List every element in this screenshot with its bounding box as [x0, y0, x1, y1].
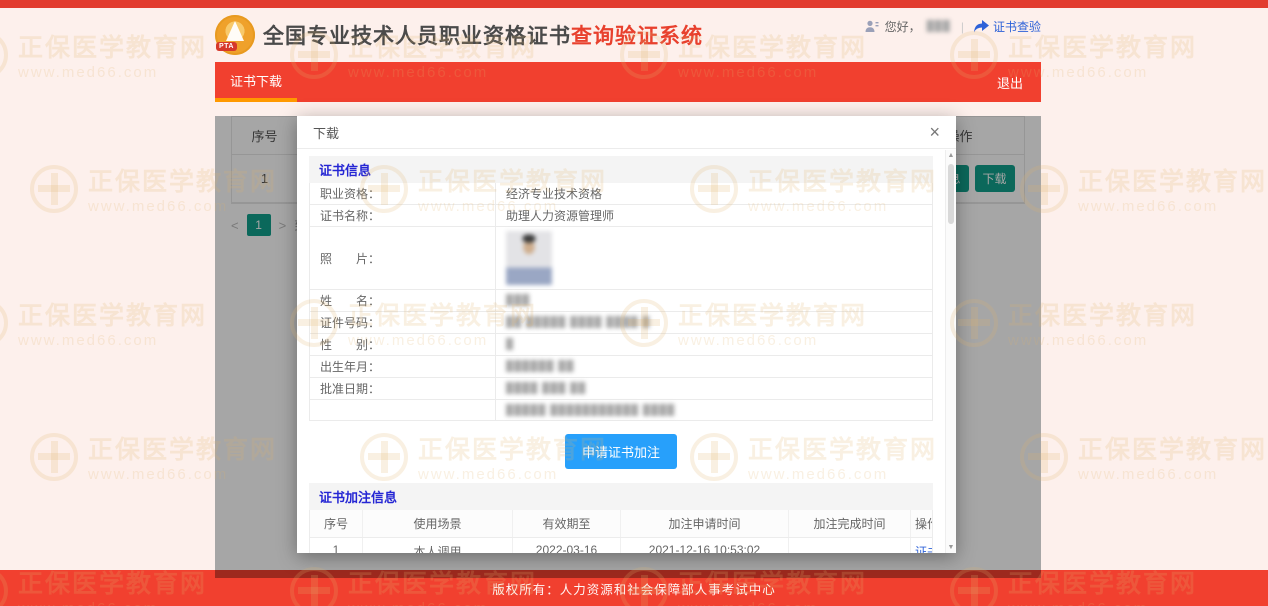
- cert-row-label: 批准日期：: [310, 378, 495, 399]
- watermark-logo-icon: [0, 31, 8, 79]
- cert-info-table: 职业资格：经济专业技术资格证书名称：助理人力资源管理师照 片：姓 名： ███ 证件…: [309, 183, 933, 421]
- annotation-column-header: 加注完成时间: [788, 510, 910, 537]
- annotation-column-header: 序号: [310, 510, 362, 537]
- annotation-section-title: 证书加注信息: [309, 483, 933, 510]
- annotation-cell: [788, 538, 910, 553]
- page-title-main: 全国专业技术人员职业资格证书: [263, 25, 571, 48]
- annotation-column-header: 使用场景: [362, 510, 512, 537]
- apply-annotation-button[interactable]: 申请证书加注: [565, 434, 677, 469]
- cert-row-value: ██ █████ ████ ████ █: [495, 312, 932, 333]
- share-arrow-icon: [974, 20, 989, 33]
- logout-button[interactable]: 退出: [979, 73, 1041, 92]
- cert-row: 照 片：: [310, 227, 932, 290]
- active-tab-indicator: [215, 98, 297, 102]
- watermark-logo-icon: [30, 433, 78, 481]
- redacted-value: ██ █████ ████ ████ █: [506, 317, 650, 328]
- tab-cert-download-label: 证书下载: [230, 74, 282, 89]
- watermark-unit: 正保医学教育网www.med66.com: [1020, 162, 1267, 215]
- scroll-down-icon[interactable]: ▼: [946, 544, 956, 551]
- scroll-up-icon[interactable]: ▲: [946, 152, 956, 159]
- cert-row: 证书名称：助理人力资源管理师: [310, 205, 932, 227]
- divider: |: [961, 20, 964, 34]
- annotation-column-header: 有效期至: [512, 510, 620, 537]
- page-title-accent: 查询验证系统: [571, 25, 703, 48]
- redacted-value: ████ ███ ██: [506, 383, 586, 394]
- cert-row-value: 经济专业技术资格: [495, 183, 932, 204]
- logo-badge: PTA: [216, 42, 237, 51]
- watermark-text: 正保医学教育网www.med66.com: [1078, 430, 1267, 483]
- cert-row-value: 助理人力资源管理师: [495, 205, 932, 226]
- cert-row-label: 照 片：: [310, 227, 495, 289]
- username-redacted: ███: [927, 21, 951, 32]
- page-title: 全国专业技术人员职业资格证书查询验证系统: [263, 20, 703, 50]
- id-photo: [506, 231, 552, 285]
- cert-verify-link[interactable]: 证书查验: [974, 18, 1041, 35]
- cert-generating-link[interactable]: 证书生成中...: [910, 538, 932, 553]
- site-header: PTA 全国专业技术人员职业资格证书查询验证系统 您好， ███ | 证书查验: [215, 8, 1041, 62]
- cert-row: 证件号码： ██ █████ ████ ████ █: [310, 312, 932, 334]
- top-red-strip: [0, 0, 1268, 8]
- annotation-table-body: 1本人调用2022-03-162021-12-16 10:53:02 证书生成中.…: [310, 538, 932, 553]
- watermark-text: 正保医学教育网www.med66.com: [18, 296, 207, 349]
- watermark-unit: 正保医学教育网www.med66.com: [0, 28, 207, 81]
- cert-row-label: 性 别：: [310, 334, 495, 355]
- cert-row-label: [310, 400, 495, 420]
- redacted-value: █████ ███████████ ████: [506, 405, 675, 416]
- modal-body: 证书信息 职业资格：经济专业技术资格证书名称：助理人力资源管理师照 片：姓 名：…: [297, 150, 945, 553]
- cert-row-value: ██████ ██: [495, 356, 932, 377]
- annotation-column-header: 操作: [910, 510, 932, 537]
- brand: PTA 全国专业技术人员职业资格证书查询验证系统: [215, 15, 703, 55]
- cert-row-label: 姓 名：: [310, 290, 495, 311]
- cert-row: 出生年月： ██████ ██: [310, 356, 932, 378]
- cert-row-label: 证书名称：: [310, 205, 495, 226]
- cert-row: 性 别： █: [310, 334, 932, 356]
- logo-petal: [226, 21, 244, 41]
- cert-row: 批准日期： ████ ███ ██: [310, 378, 932, 400]
- annotation-table-header: 序号使用场景有效期至加注申请时间加注完成时间操作: [310, 510, 932, 538]
- cert-row-value: [495, 227, 932, 289]
- annotation-row: 1本人调用2022-03-162021-12-16 10:53:02 证书生成中.…: [310, 538, 932, 553]
- cert-row: 姓 名： ███: [310, 290, 932, 312]
- watermark-unit: 正保医学教育网www.med66.com: [1020, 430, 1267, 483]
- redacted-value: █: [506, 339, 514, 350]
- annotation-column-header: 加注申请时间: [620, 510, 788, 537]
- close-icon[interactable]: ×: [929, 123, 940, 141]
- redacted-value: ██████ ██: [506, 361, 574, 372]
- cert-row-value: ███: [495, 290, 932, 311]
- cert-row-label: 证件号码：: [310, 312, 495, 333]
- annotation-cell: 1: [310, 538, 362, 553]
- tab-cert-download[interactable]: 证书下载: [215, 62, 297, 102]
- modal-title: 下载: [313, 123, 339, 142]
- cert-row-value: ████ ███ ██: [495, 378, 932, 399]
- cert-verify-label: 证书查验: [993, 18, 1041, 35]
- watermark-text: 正保医学教育网www.med66.com: [18, 28, 207, 81]
- annotation-cell: 2021-12-16 10:53:02: [620, 538, 788, 553]
- annotation-cell: 2022-03-16: [512, 538, 620, 553]
- annotation-table: 序号使用场景有效期至加注申请时间加注完成时间操作 1本人调用2022-03-16…: [309, 510, 933, 553]
- cert-row-value: █████ ███████████ ████: [495, 400, 932, 420]
- scrollbar-thumb[interactable]: [948, 164, 954, 224]
- modal-scrollbar[interactable]: ▲ ▼: [945, 150, 956, 553]
- watermark-text: 正保医学教育网www.med66.com: [1078, 162, 1267, 215]
- watermark-unit: 正保医学教育网www.med66.com: [0, 296, 207, 349]
- annotation-cell: 本人调用: [362, 538, 512, 553]
- cert-row-label: 出生年月：: [310, 356, 495, 377]
- cert-row-label: 职业资格：: [310, 183, 495, 204]
- watermark-logo-icon: [30, 165, 78, 213]
- user-box: 您好， ███ | 证书查验: [865, 18, 1041, 35]
- cert-row-value: █: [495, 334, 932, 355]
- nav-bar: 证书下载 退出: [215, 62, 1041, 102]
- redacted-value: ███: [506, 295, 530, 306]
- watermark-logo-icon: [0, 299, 8, 347]
- pta-logo-icon: PTA: [215, 15, 255, 55]
- cert-info-section-title: 证书信息: [309, 156, 933, 183]
- modal-header: 下载 ×: [297, 116, 956, 149]
- copyright-text: 版权所有：人力资源和社会保障部人事考试中心: [492, 579, 776, 598]
- greeting-text: 您好，: [885, 18, 921, 35]
- download-modal: 下载 × 证书信息 职业资格：经济专业技术资格证书名称：助理人力资源管理师照 片…: [297, 116, 956, 553]
- user-icon: [865, 20, 879, 33]
- cert-row: 职业资格：经济专业技术资格: [310, 183, 932, 205]
- cert-row: █████ ███████████ ████: [310, 400, 932, 420]
